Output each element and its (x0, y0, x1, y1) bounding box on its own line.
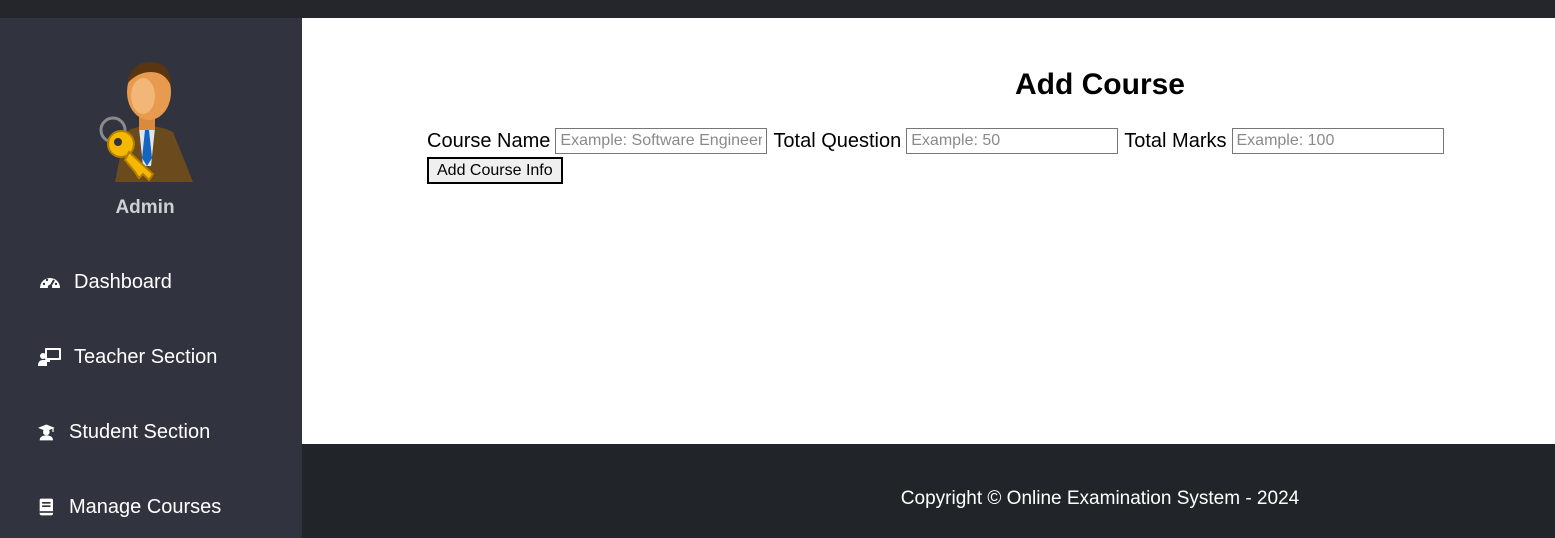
main-content: Add Course Course Name Total Question To… (302, 18, 1555, 444)
add-course-form: Course Name Total Question Total Marks A… (427, 126, 1527, 184)
page-title: Add Course (1014, 68, 1185, 101)
sidebar: Admin Dashboard Teacher Section Student … (0, 18, 302, 538)
add-course-info-button[interactable]: Add Course Info (427, 157, 563, 184)
sidebar-item-label: Dashboard (74, 270, 172, 293)
graduate-icon (38, 424, 55, 441)
sidebar-item-teacher-section[interactable]: Teacher Section (38, 342, 217, 372)
sidebar-item-manage-courses[interactable]: Manage Courses (38, 492, 221, 522)
admin-name: Admin (115, 197, 175, 218)
sidebar-item-label: Manage Courses (69, 495, 222, 518)
course-name-input[interactable] (555, 128, 768, 154)
total-question-label: Total Question (773, 129, 902, 152)
footer: Copyright © Online Examination System - … (302, 444, 1555, 538)
sidebar-item-dashboard[interactable]: Dashboard (38, 267, 172, 297)
total-question-input[interactable] (906, 128, 1119, 154)
copyright-text: Copyright © Online Examination System - … (900, 488, 1300, 509)
teacher-icon (38, 348, 61, 366)
course-name-label: Course Name (427, 129, 551, 152)
top-bar (0, 0, 1555, 18)
sidebar-item-label: Teacher Section (74, 345, 218, 368)
book-icon (39, 498, 53, 516)
total-marks-input[interactable] (1231, 128, 1444, 154)
admin-avatar-icon (99, 62, 193, 182)
total-marks-label: Total Marks (1124, 129, 1227, 152)
sidebar-item-label: Student Section (69, 420, 211, 443)
gauge-icon (40, 278, 60, 290)
sidebar-item-student-section[interactable]: Student Section (38, 417, 210, 447)
